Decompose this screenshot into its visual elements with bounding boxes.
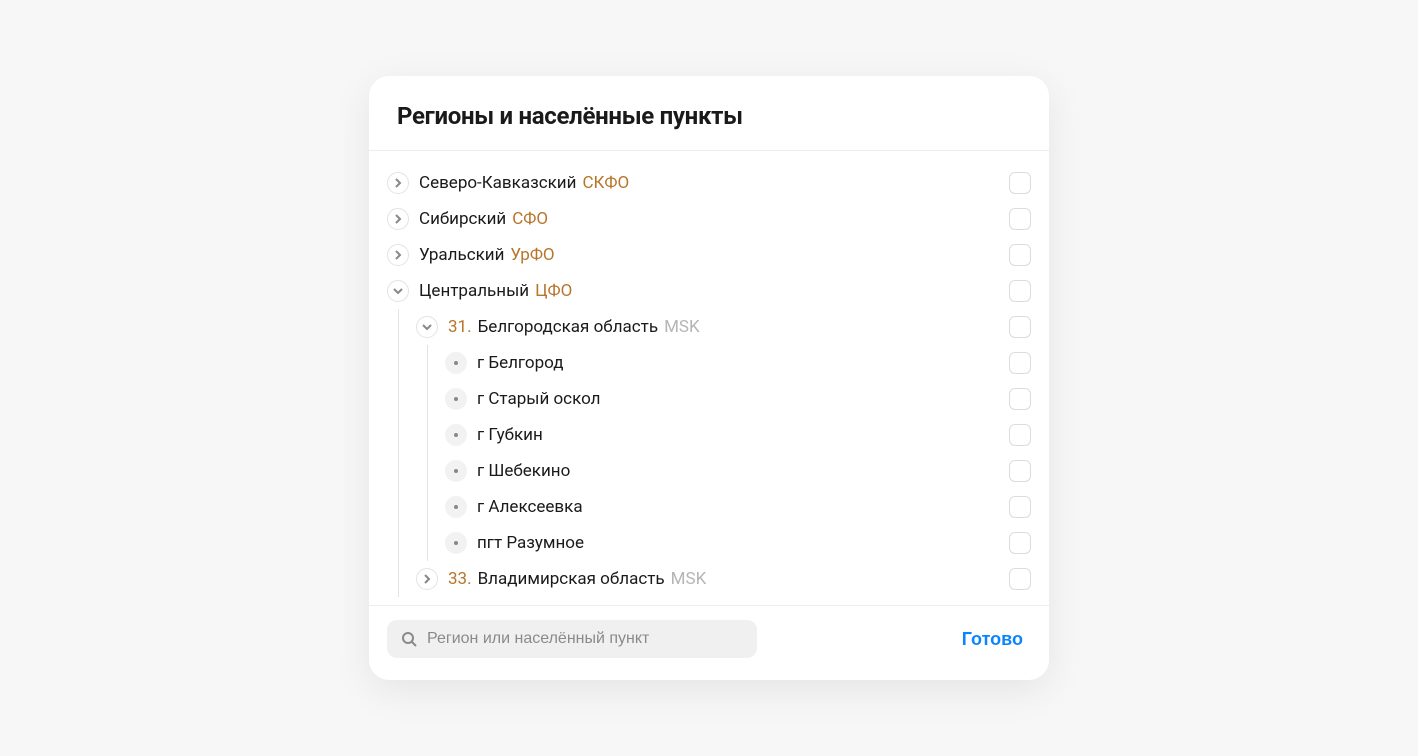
- chevron-right-icon: [393, 214, 403, 224]
- tree-guide: [427, 525, 428, 561]
- region-selector-modal: Регионы и населённые пункты Северо-Кавка…: [369, 76, 1049, 680]
- subregion-label[interactable]: 33. Владимирская область MSK: [448, 569, 1009, 589]
- tree-guide: [398, 417, 399, 453]
- city-checkbox[interactable]: [1009, 460, 1031, 482]
- subregion-checkbox[interactable]: [1009, 568, 1031, 590]
- bullet-icon: [445, 424, 467, 446]
- tree-guide: [398, 381, 399, 417]
- search-input[interactable]: [427, 630, 743, 648]
- expand-toggle[interactable]: [387, 208, 409, 230]
- tree-guide: [398, 309, 399, 345]
- expand-toggle[interactable]: [387, 172, 409, 194]
- tree-guide: [398, 489, 399, 525]
- region-label[interactable]: Северо-Кавказский СКФО: [419, 173, 1009, 193]
- city-row: г Шебекино: [387, 453, 1031, 489]
- city-label[interactable]: г Алексеевка: [477, 497, 1009, 517]
- city-checkbox[interactable]: [1009, 352, 1031, 374]
- chevron-down-icon: [393, 286, 403, 296]
- city-checkbox[interactable]: [1009, 388, 1031, 410]
- done-button[interactable]: Готово: [962, 629, 1023, 650]
- bullet-icon: [445, 532, 467, 554]
- chevron-right-icon: [393, 250, 403, 260]
- city-label[interactable]: г Губкин: [477, 425, 1009, 445]
- region-checkbox[interactable]: [1009, 280, 1031, 302]
- expand-toggle[interactable]: [416, 316, 438, 338]
- region-checkbox[interactable]: [1009, 172, 1031, 194]
- region-tree: Северо-Кавказский СКФО Сибирский СФО Ура…: [369, 151, 1049, 606]
- chevron-down-icon: [422, 322, 432, 332]
- region-checkbox[interactable]: [1009, 244, 1031, 266]
- tree-guide: [398, 561, 399, 597]
- region-checkbox[interactable]: [1009, 208, 1031, 230]
- modal-header: Регионы и населённые пункты: [369, 76, 1049, 151]
- city-checkbox[interactable]: [1009, 532, 1031, 554]
- tree-guide: [427, 417, 428, 453]
- subregion-checkbox[interactable]: [1009, 316, 1031, 338]
- tree-guide: [427, 345, 428, 381]
- city-label[interactable]: г Белгород: [477, 353, 1009, 373]
- expand-toggle[interactable]: [416, 568, 438, 590]
- bullet-icon: [445, 460, 467, 482]
- tree-guide: [398, 345, 399, 381]
- city-label[interactable]: г Шебекино: [477, 461, 1009, 481]
- tree-guide: [427, 381, 428, 417]
- region-row: Сибирский СФО: [387, 201, 1031, 237]
- modal-footer: Готово: [369, 606, 1049, 680]
- city-row: г Белгород: [387, 345, 1031, 381]
- expand-toggle[interactable]: [387, 244, 409, 266]
- city-label[interactable]: пгт Разумное: [477, 533, 1009, 553]
- subregion-row: 31. Белгородская область MSK: [387, 309, 1031, 345]
- search-icon: [401, 631, 417, 647]
- city-row: г Старый оскол: [387, 381, 1031, 417]
- modal-title: Регионы и населённые пункты: [397, 102, 1021, 130]
- city-row: г Алексеевка: [387, 489, 1031, 525]
- tree-guide: [398, 525, 399, 561]
- city-row: г Губкин: [387, 417, 1031, 453]
- city-row: пгт Разумное: [387, 525, 1031, 561]
- search-field[interactable]: [387, 620, 757, 658]
- region-row: Центральный ЦФО: [387, 273, 1031, 309]
- region-label[interactable]: Сибирский СФО: [419, 209, 1009, 229]
- bullet-icon: [445, 496, 467, 518]
- region-label[interactable]: Центральный ЦФО: [419, 281, 1009, 301]
- chevron-right-icon: [422, 574, 432, 584]
- region-row: Уральский УрФО: [387, 237, 1031, 273]
- bullet-icon: [445, 388, 467, 410]
- chevron-right-icon: [393, 178, 403, 188]
- tree-guide: [398, 453, 399, 489]
- expand-toggle[interactable]: [387, 280, 409, 302]
- subregion-label[interactable]: 31. Белгородская область MSK: [448, 317, 1009, 337]
- tree-guide: [427, 453, 428, 489]
- region-label[interactable]: Уральский УрФО: [419, 245, 1009, 265]
- tree-guide: [427, 489, 428, 525]
- city-label[interactable]: г Старый оскол: [477, 389, 1009, 409]
- region-row: Северо-Кавказский СКФО: [387, 165, 1031, 201]
- bullet-icon: [445, 352, 467, 374]
- city-checkbox[interactable]: [1009, 424, 1031, 446]
- city-checkbox[interactable]: [1009, 496, 1031, 518]
- subregion-row: 33. Владимирская область MSK: [387, 561, 1031, 597]
